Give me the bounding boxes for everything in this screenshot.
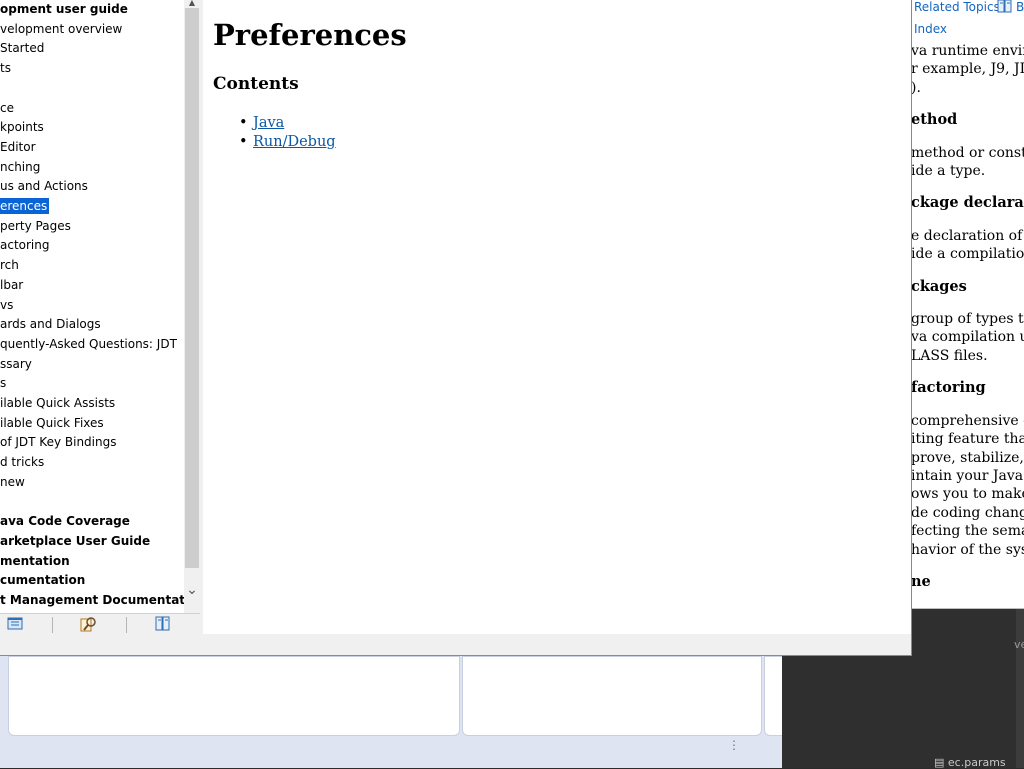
- glossary-text: va compilation un: [912, 329, 1024, 346]
- glossary-text: ide a type.: [912, 163, 986, 180]
- bookmarks-icon: [154, 616, 172, 636]
- glossary-term: ckage declaratio: [912, 194, 1024, 212]
- toc-item[interactable]: ilable Quick Fixes: [0, 415, 104, 431]
- toc-item[interactable]: ce: [0, 100, 14, 116]
- contents-list-item: • Run/Debug: [239, 133, 336, 152]
- background-dark-item[interactable]: ▤ ec.params: [934, 756, 1006, 769]
- help-view-body: va runtime enviror r example, J9, JD). eth…: [912, 42, 1024, 605]
- help-view-links: Related Topics B Index: [912, 0, 1024, 40]
- toc-item[interactable]: actoring: [0, 237, 50, 253]
- scroll-thumb[interactable]: [185, 8, 199, 568]
- glossary-text: de coding change: [912, 504, 1024, 521]
- toc-item[interactable]: Editor: [0, 139, 36, 155]
- toc-item[interactable]: ssary: [0, 356, 32, 372]
- toc-item[interactable]: s: [0, 375, 6, 391]
- toc-item[interactable]: nching: [0, 159, 40, 175]
- glossary-text: r example, J9, JD: [912, 61, 1024, 78]
- help-window: opment user guide velopment overview Star…: [0, 0, 912, 656]
- toc-scrollbar[interactable]: ▲ ⌄: [184, 0, 200, 613]
- glossary-text: intain your Java c: [912, 467, 1024, 484]
- resize-grip-icon[interactable]: ⋮: [728, 738, 740, 752]
- scroll-down-arrow-icon[interactable]: ⌄: [184, 580, 200, 600]
- bookmark-icon[interactable]: [997, 0, 1013, 17]
- toc-item[interactable]: kpoints: [0, 119, 44, 135]
- bullet-icon: •: [239, 134, 248, 150]
- toc-item[interactable]: perty Pages: [0, 218, 71, 234]
- background-dark-text: ve: [1014, 638, 1024, 651]
- contents-heading: Contents: [213, 74, 299, 94]
- toc-item[interactable]: ards and Dialogs: [0, 316, 101, 332]
- toc-item[interactable]: lbar: [0, 277, 23, 293]
- glossary-term: ne: [912, 572, 931, 590]
- toc-item[interactable]: opment user guide: [0, 1, 128, 17]
- background-dark-scroll: [1016, 608, 1024, 768]
- bookmarks-link[interactable]: B: [1016, 0, 1024, 14]
- toc-item[interactable]: ilable Quick Assists: [0, 395, 115, 411]
- contents-link[interactable]: Run/Debug: [253, 134, 336, 150]
- contents-list-item: • Java: [239, 114, 336, 133]
- glossary-text: iting feature that h: [912, 431, 1024, 448]
- toc-item[interactable]: t Management Documentation: [0, 592, 184, 608]
- toc-item[interactable]: ts: [0, 60, 11, 76]
- toc-item[interactable]: mentation: [0, 553, 70, 569]
- glossary-text: ide a compilation: [912, 246, 1024, 263]
- toc-item[interactable]: velopment overview: [0, 21, 122, 37]
- related-topics-link[interactable]: Related Topics: [914, 0, 1000, 14]
- glossary-term: ckages: [912, 277, 967, 295]
- toc-item[interactable]: quently-Asked Questions: JDT: [0, 336, 177, 352]
- toc-item[interactable]: rch: [0, 257, 19, 273]
- glossary-text: prove, stabilize, a: [912, 449, 1024, 466]
- bullet-icon: •: [239, 115, 248, 131]
- glossary-text: ows you to make: [912, 486, 1024, 503]
- page-title: Preferences: [213, 18, 407, 52]
- search-results-icon: [80, 616, 98, 636]
- toc-item[interactable]: cumentation: [0, 572, 85, 588]
- index-link[interactable]: Index: [914, 22, 947, 36]
- toc-item[interactable]: vs: [0, 297, 13, 313]
- toc-item[interactable]: new: [0, 474, 25, 490]
- glossary-text: LASS files.: [912, 347, 988, 364]
- glossary-text: e declaration of a: [912, 227, 1024, 244]
- toc-item[interactable]: d tricks: [0, 454, 44, 470]
- glossary-term: factoring: [912, 379, 986, 397]
- contents-icon: [7, 616, 23, 635]
- glossary-text: va runtime enviror: [912, 43, 1024, 59]
- glossary-text: fecting the semant: [912, 523, 1024, 540]
- toc-item[interactable]: ava Code Coverage: [0, 513, 130, 529]
- background-panel-left[interactable]: [8, 656, 460, 736]
- bookmarks-tab-button[interactable]: [127, 615, 199, 634]
- contents-list: • Java • Run/Debug: [239, 114, 336, 152]
- scroll-up-arrow-icon[interactable]: ▲: [184, 0, 200, 7]
- toc-toolbar: [0, 613, 200, 635]
- file-icon: ▤: [934, 756, 945, 769]
- glossary-text: method or constru: [912, 144, 1024, 161]
- toc-item[interactable]: Started: [0, 40, 44, 56]
- background-dark-item-label: ec.params: [947, 756, 1006, 769]
- toc-item[interactable]: of JDT Key Bindings: [0, 434, 116, 450]
- search-results-tab-button[interactable]: [53, 615, 125, 634]
- table-of-contents: opment user guide velopment overview Star…: [0, 0, 184, 613]
- help-content-area: Preferences Contents • Java • Run/Debug: [203, 0, 911, 634]
- glossary-text: group of types tha: [912, 311, 1024, 328]
- toc-item[interactable]: us and Actions: [0, 178, 88, 194]
- contents-link[interactable]: Java: [253, 115, 284, 131]
- toc-item-selected[interactable]: erences: [0, 198, 50, 214]
- background-panel-middle[interactable]: [462, 656, 762, 736]
- glossary-term: ethod: [912, 111, 958, 129]
- glossary-text: ).: [912, 79, 921, 96]
- help-view-pane: Related Topics B Index va runtime enviro…: [912, 0, 1024, 609]
- toc-item[interactable]: arketplace User Guide: [0, 533, 150, 549]
- glossary-text: havior of the syste: [912, 541, 1024, 558]
- glossary-text: comprehensive co: [912, 412, 1024, 429]
